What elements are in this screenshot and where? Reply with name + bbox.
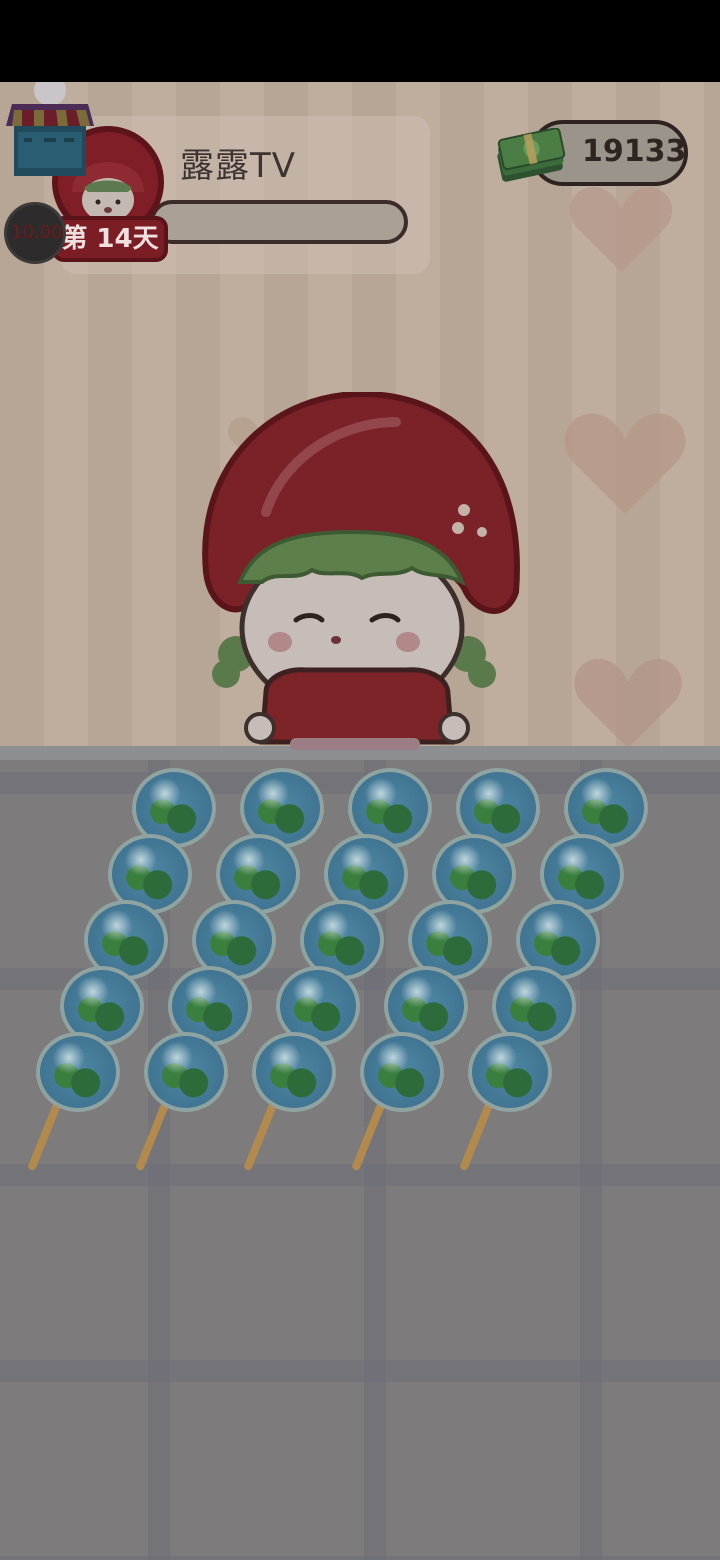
- heart-decoration-icon: [566, 650, 690, 754]
- earth-candy-icon[interactable]: [144, 1032, 228, 1112]
- heart-decoration-icon: [560, 402, 690, 522]
- earth-candy-icon[interactable]: [36, 1032, 120, 1112]
- heart-decoration-icon: [566, 178, 676, 278]
- earth-candy-icon[interactable]: [360, 1032, 444, 1112]
- candy-skewer[interactable]: [0, 82, 648, 1172]
- earth-candy-icon[interactable]: [252, 1032, 336, 1112]
- game-scene[interactable]: 露露TV 第 14天 10.00 19133: [0, 82, 720, 1560]
- cash-stack-icon: [494, 127, 568, 184]
- status-bar: [0, 0, 720, 82]
- strawberry-girl-character[interactable]: [196, 390, 526, 762]
- earth-candy-icon[interactable]: [468, 1032, 552, 1112]
- cash-amount: 19133: [582, 134, 687, 169]
